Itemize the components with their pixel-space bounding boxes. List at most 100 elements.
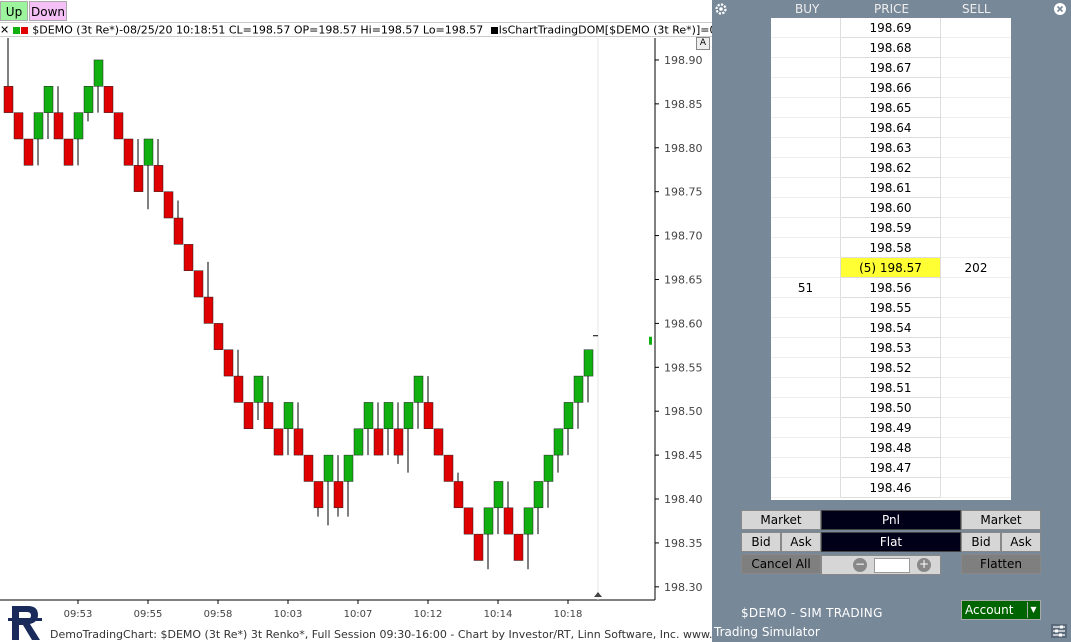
sell-cell[interactable] (941, 198, 1011, 218)
increment-icon[interactable]: + (917, 558, 931, 572)
buy-cell[interactable] (771, 458, 841, 478)
close-chart-icon[interactable]: ✕ (0, 24, 9, 37)
autoscale-button[interactable]: A (696, 37, 710, 50)
market-sell-button[interactable]: Market (961, 510, 1041, 530)
buy-cell[interactable] (771, 258, 841, 278)
sell-cell[interactable] (941, 138, 1011, 158)
buy-cell[interactable] (771, 78, 841, 98)
sell-cell[interactable] (941, 158, 1011, 178)
chart-info-strip: ✕ $DEMO (3t Re*)-08/25/20 10:18:51 CL=19… (0, 22, 712, 37)
buy-cell[interactable] (771, 138, 841, 158)
ladder-row[interactable]: 198.62 (771, 158, 1011, 178)
ladder-row[interactable]: 198.55 (771, 298, 1011, 318)
account-select[interactable]: Account ▼ (961, 600, 1041, 620)
x-tick-label: 10:12 (414, 609, 443, 620)
buy-cell[interactable] (771, 18, 841, 38)
ladder-row[interactable]: 198.63 (771, 138, 1011, 158)
ladder-row[interactable]: 198.66 (771, 78, 1011, 98)
dropdown-arrow-icon[interactable]: ▼ (1027, 602, 1039, 618)
ladder-row[interactable]: 198.69 (771, 18, 1011, 38)
buy-cell[interactable] (771, 58, 841, 78)
ladder-row[interactable]: 198.68 (771, 38, 1011, 58)
symbol-info: $DEMO (3t Re*)-08/25/20 10:18:51 CL=198.… (32, 23, 484, 37)
gear-icon[interactable] (714, 2, 728, 16)
ask-sell-button[interactable]: Ask (1001, 532, 1041, 552)
ladder-row[interactable]: 198.52 (771, 358, 1011, 378)
ladder-row[interactable]: 198.54 (771, 318, 1011, 338)
up-button[interactable]: Up (0, 1, 28, 21)
ladder-row[interactable]: (5) 198.57 202 (771, 258, 1011, 278)
buy-cell[interactable] (771, 318, 841, 338)
sell-cell[interactable] (941, 378, 1011, 398)
ladder-row[interactable]: 198.48 (771, 438, 1011, 458)
ladder-row[interactable]: 198.65 (771, 98, 1011, 118)
sell-cell[interactable] (941, 478, 1011, 498)
buy-cell[interactable] (771, 398, 841, 418)
close-icon[interactable] (1053, 2, 1067, 16)
buy-cell[interactable]: 51 (771, 278, 841, 298)
buy-cell[interactable] (771, 338, 841, 358)
sell-cell[interactable] (941, 98, 1011, 118)
sell-cell[interactable] (941, 178, 1011, 198)
sell-cell[interactable] (941, 218, 1011, 238)
buy-cell[interactable] (771, 438, 841, 458)
sell-cell[interactable] (941, 418, 1011, 438)
ladder-row[interactable]: 198.61 (771, 178, 1011, 198)
sell-cell[interactable]: 202 (941, 258, 1011, 278)
ladder-row[interactable]: 198.53 (771, 338, 1011, 358)
buy-cell[interactable] (771, 238, 841, 258)
buy-cell[interactable] (771, 178, 841, 198)
buy-cell[interactable] (771, 478, 841, 498)
buy-cell[interactable] (771, 418, 841, 438)
ladder-row[interactable]: 198.51 (771, 378, 1011, 398)
bid-buy-button[interactable]: Bid (741, 532, 781, 552)
ladder-row[interactable]: 198.59 (771, 218, 1011, 238)
buy-cell[interactable] (771, 298, 841, 318)
sell-cell[interactable] (941, 18, 1011, 38)
buy-cell[interactable] (771, 378, 841, 398)
price-chart[interactable]: 198.90 198.85 198.80 198.75 198.70 198.65 198.… (0, 38, 712, 628)
sell-cell[interactable] (941, 238, 1011, 258)
sell-cell[interactable] (941, 358, 1011, 378)
ladder-row[interactable]: 198.67 (771, 58, 1011, 78)
market-buy-button[interactable]: Market (741, 510, 821, 530)
cancel-all-button[interactable]: Cancel All (741, 554, 821, 574)
sell-cell[interactable] (941, 458, 1011, 478)
down-button[interactable]: Down (29, 1, 67, 21)
buy-cell[interactable] (771, 358, 841, 378)
sell-cell[interactable] (941, 438, 1011, 458)
buy-cell[interactable] (771, 158, 841, 178)
ladder-row[interactable]: 198.58 (771, 238, 1011, 258)
ladder-row[interactable]: 198.46 (771, 478, 1011, 498)
y-tick-label: 198.75 (664, 186, 703, 199)
ladder-row[interactable]: 198.49 (771, 418, 1011, 438)
ladder-row[interactable]: 198.60 (771, 198, 1011, 218)
sell-cell[interactable] (941, 318, 1011, 338)
ask-buy-button[interactable]: Ask (781, 532, 821, 552)
ladder-row[interactable]: 198.47 (771, 458, 1011, 478)
ladder-row[interactable]: 198.64 (771, 118, 1011, 138)
decrement-icon[interactable]: − (853, 558, 867, 572)
bid-sell-button[interactable]: Bid (961, 532, 1001, 552)
quantity-stepper[interactable]: − 1 + (821, 555, 941, 575)
sell-cell[interactable] (941, 338, 1011, 358)
sell-cell[interactable] (941, 278, 1011, 298)
buy-cell[interactable] (771, 98, 841, 118)
sell-cell[interactable] (941, 118, 1011, 138)
buy-cell[interactable] (771, 198, 841, 218)
sliders-icon[interactable] (1051, 624, 1067, 638)
ladder-row[interactable]: 198.50 (771, 398, 1011, 418)
price-ladder[interactable]: 198.69 198.68 198.67 198.66 198.65 198.64 198.… (771, 18, 1011, 500)
buy-cell[interactable] (771, 38, 841, 58)
sell-cell[interactable] (941, 398, 1011, 418)
chart-pane[interactable]: Up Down ✕ $DEMO (3t Re*)-08/25/20 10:18:… (0, 0, 780, 642)
sell-cell[interactable] (941, 38, 1011, 58)
buy-cell[interactable] (771, 218, 841, 238)
quantity-input[interactable]: 1 (874, 558, 910, 573)
buy-cell[interactable] (771, 118, 841, 138)
sell-cell[interactable] (941, 78, 1011, 98)
sell-cell[interactable] (941, 58, 1011, 78)
sell-cell[interactable] (941, 298, 1011, 318)
flatten-button[interactable]: Flatten (961, 554, 1041, 574)
ladder-row[interactable]: 51 198.56 (771, 278, 1011, 298)
